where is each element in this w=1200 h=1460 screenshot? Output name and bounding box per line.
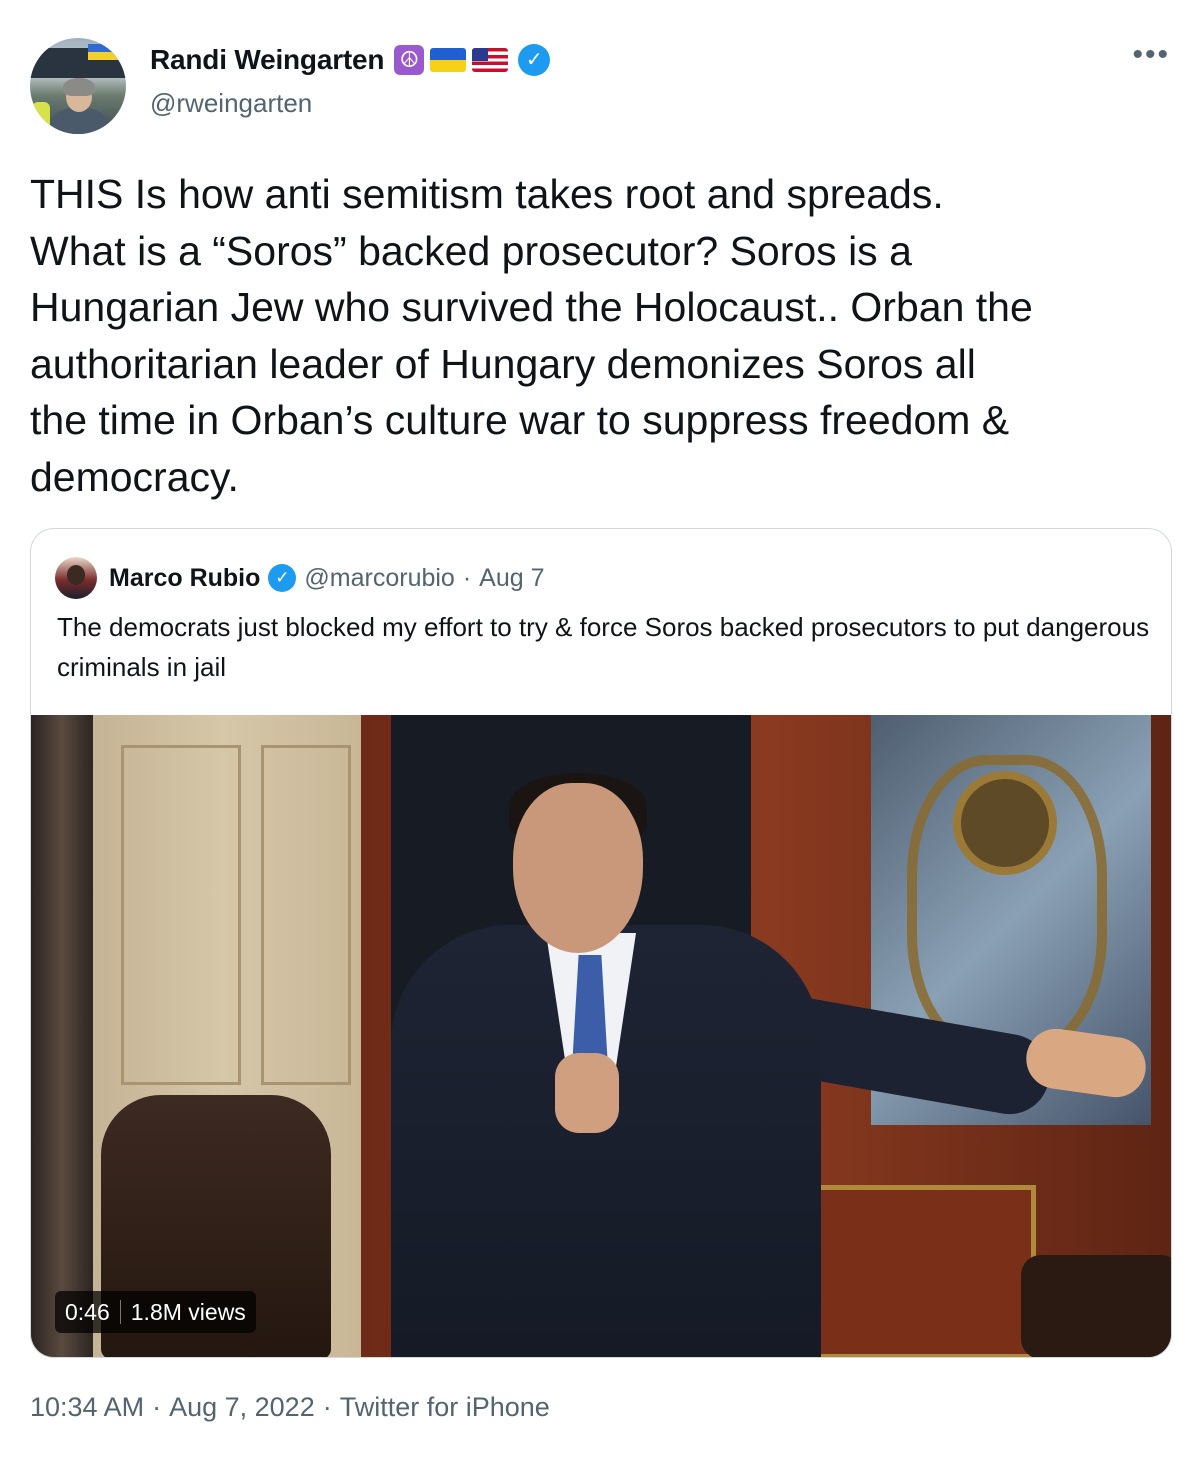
quoted-tweet-date[interactable]: Aug 7	[479, 564, 544, 593]
video-frame-speaker-hand-holding	[555, 1053, 619, 1133]
video-frame-wall-panel	[261, 745, 351, 1085]
us-flag-icon	[472, 48, 509, 72]
video-duration: 0:46	[65, 1298, 110, 1325]
ukraine-flag-icon	[430, 48, 467, 72]
quoted-author-avatar[interactable]	[55, 557, 97, 599]
video-frame-door-panel	[816, 1185, 1036, 1357]
video-frame-wall-panel	[121, 745, 241, 1085]
video-player[interactable]: 0:46 1.8M views	[31, 715, 1171, 1357]
avatar-flag	[88, 44, 118, 60]
quoted-tweet-text: The democrats just blocked my effort to …	[57, 612, 1150, 682]
avatar-person-vest	[32, 102, 50, 134]
avatar-person-hair	[63, 78, 95, 96]
video-frame-star-medallion	[953, 771, 1057, 875]
separator-dot: ·	[152, 1392, 162, 1422]
tweet-footer: 10:34 AM · Aug 7, 2022 · Twitter for iPh…	[30, 1392, 550, 1423]
separator-dot: ·	[462, 563, 472, 592]
author-name[interactable]: Randi Weingarten	[150, 44, 385, 76]
tweet-text: THIS Is how anti semitism takes root and…	[30, 171, 1033, 500]
more-options-icon[interactable]: •••	[1132, 40, 1170, 70]
video-stats-badge: 0:46 1.8M views	[55, 1291, 256, 1333]
tweet-time[interactable]: 10:34 AM	[30, 1392, 144, 1423]
verified-badge-icon: ✓	[518, 44, 551, 76]
tweet-date[interactable]: Aug 7, 2022	[169, 1392, 315, 1423]
peace-icon: ☮	[394, 45, 425, 75]
video-frame-pillar	[31, 715, 93, 1357]
author-handle[interactable]: @rweingarten	[150, 88, 312, 119]
quoted-tweet[interactable]: Marco Rubio ✓ @marcorubio · Aug 7 The de…	[30, 528, 1172, 1358]
separator-dot: ·	[322, 1392, 332, 1422]
author-name-row: Randi Weingarten ☮ ✓	[150, 44, 551, 76]
video-views: 1.8M views	[130, 1298, 246, 1325]
author-avatar[interactable]	[30, 38, 126, 134]
quoted-author-name[interactable]: Marco Rubio	[109, 564, 260, 593]
verified-badge-icon: ✓	[268, 564, 297, 592]
video-frame-chair	[1021, 1255, 1171, 1357]
video-frame-speaker-face	[513, 783, 643, 953]
badge-divider	[119, 1300, 121, 1324]
quoted-author-handle[interactable]: @marcorubio	[304, 564, 454, 593]
tweet-source[interactable]: Twitter for iPhone	[340, 1392, 550, 1423]
quoted-tweet-header: Marco Rubio ✓ @marcorubio · Aug 7	[55, 557, 545, 599]
